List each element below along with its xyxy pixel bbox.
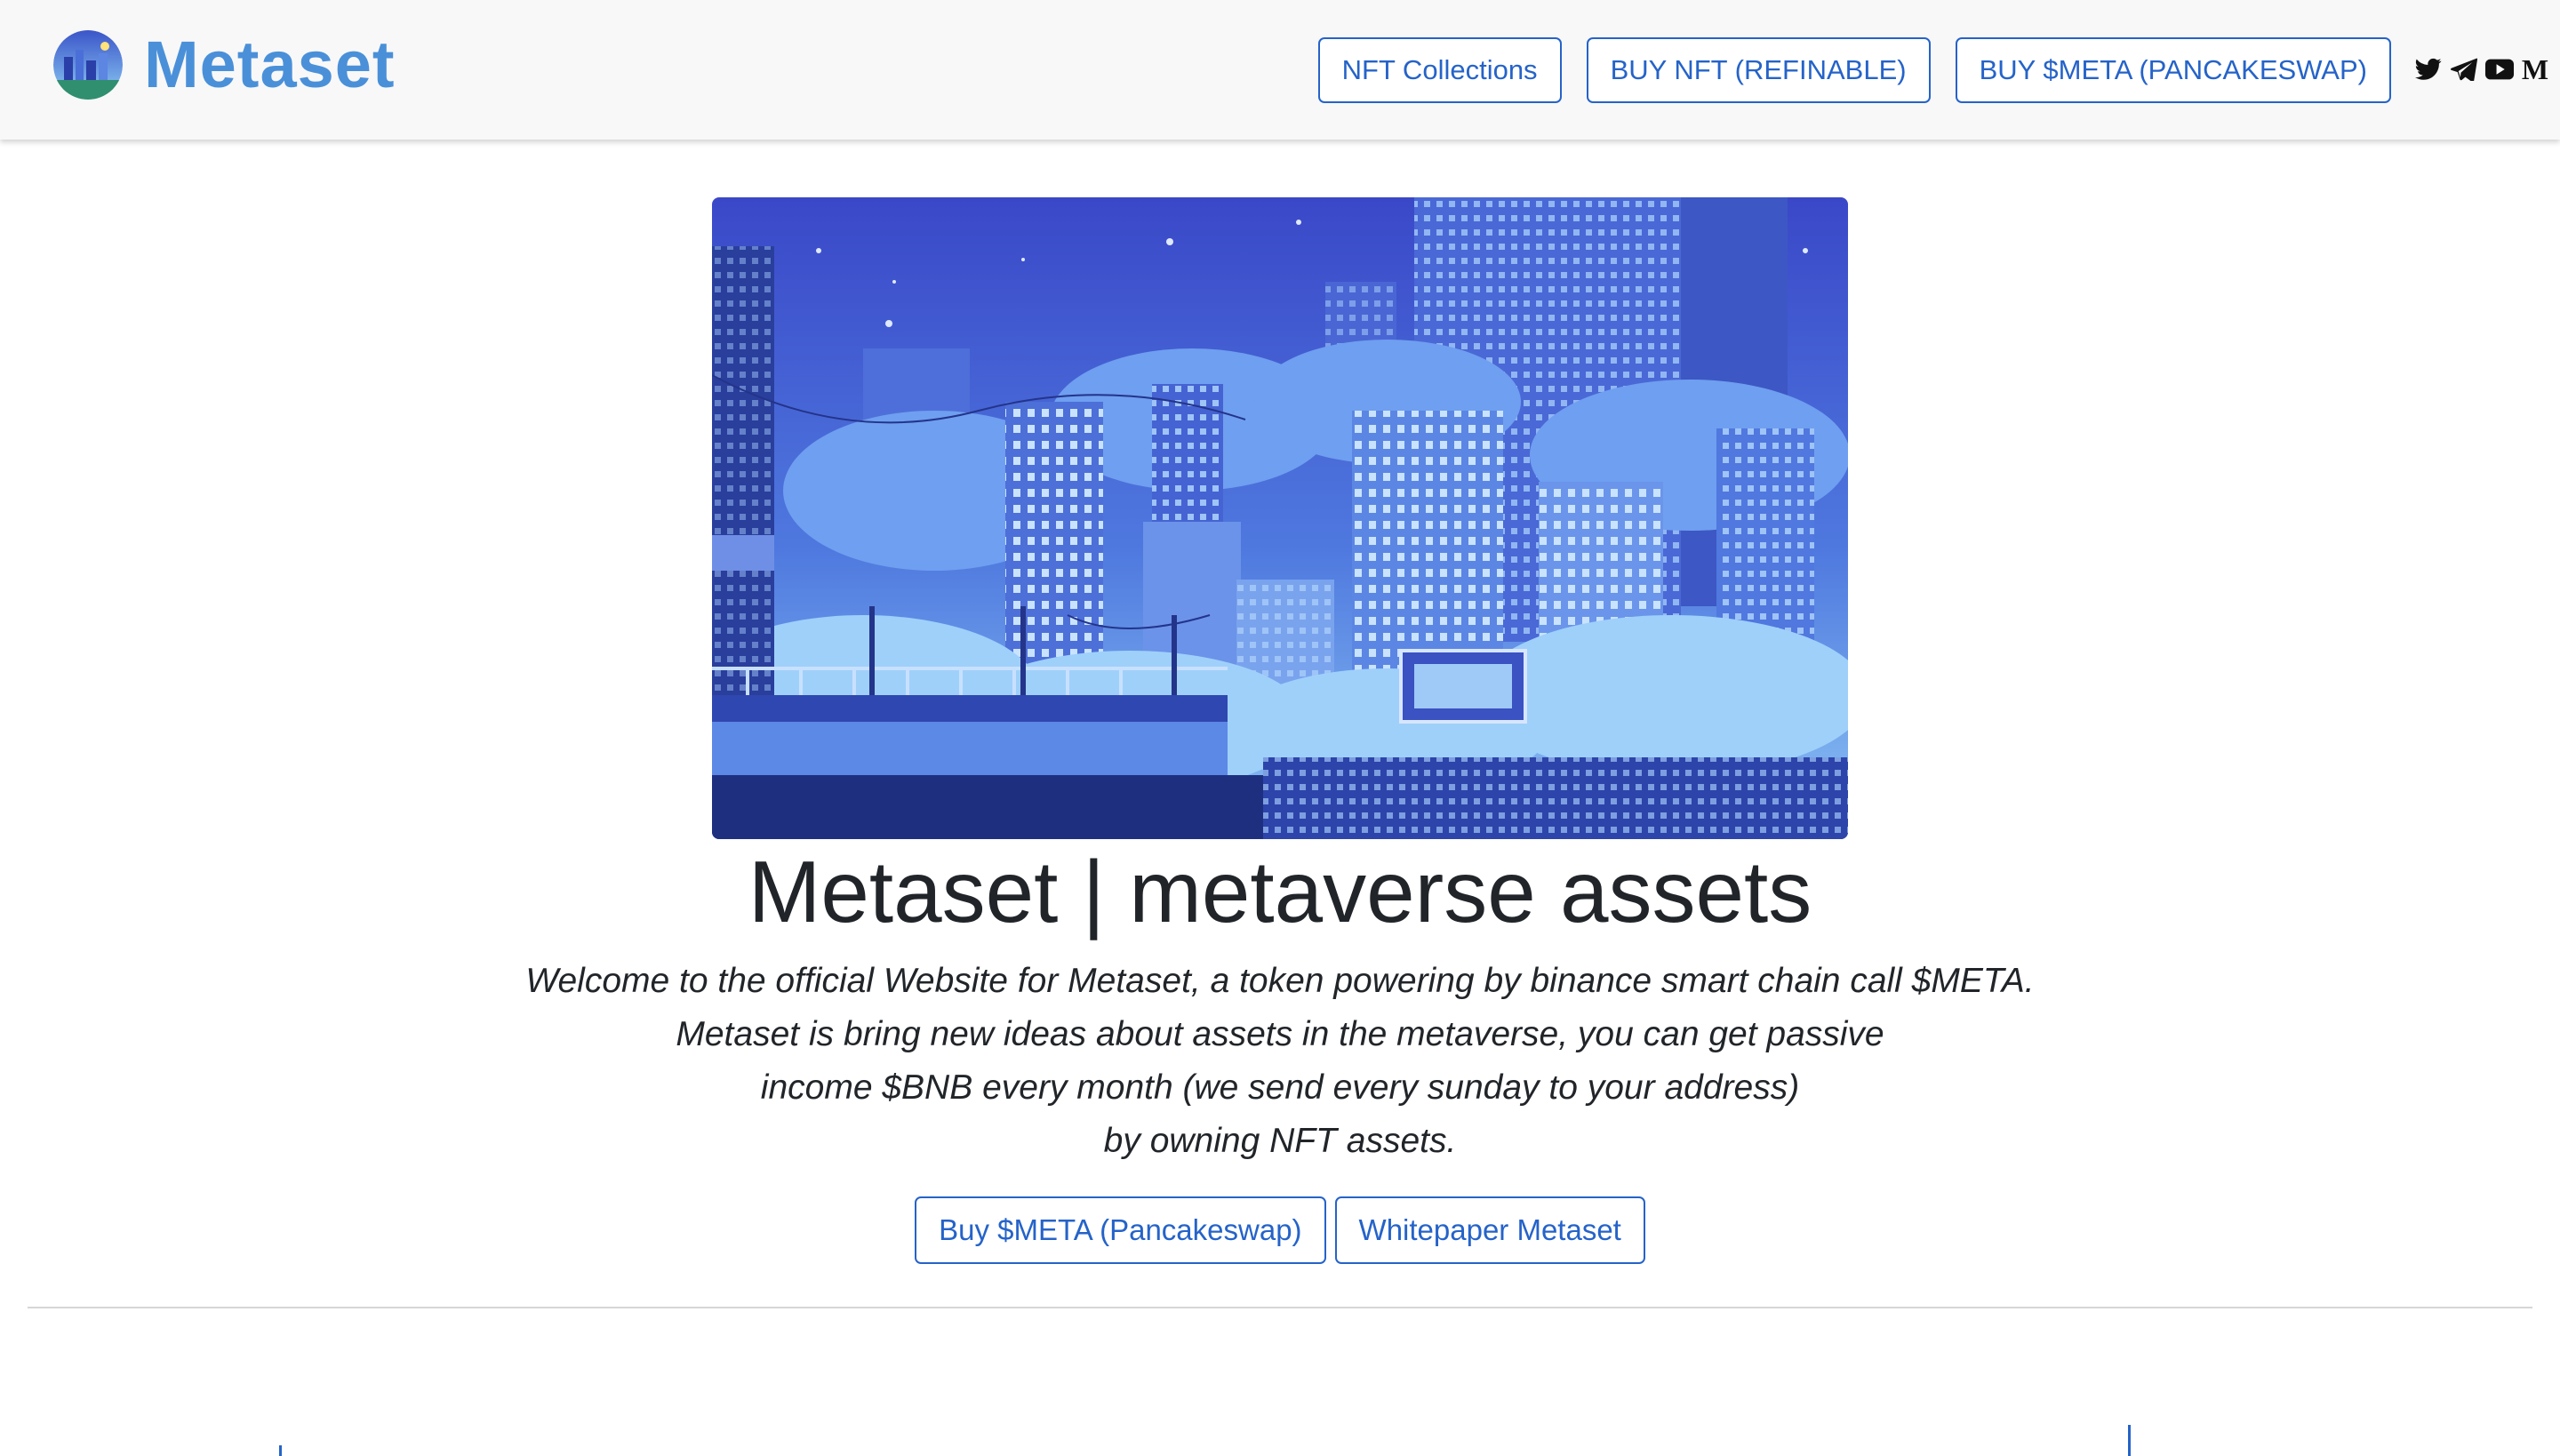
top-navbar: Metaset NFT Collections BUY NFT (REFINAB… xyxy=(0,0,2560,140)
hero-buttons: Buy $META (Pancakeswap) Whitepaper Metas… xyxy=(0,1196,2560,1264)
nav-buttons: NFT Collections BUY NFT (REFINABLE) BUY … xyxy=(1317,37,2391,103)
section-accent-mark xyxy=(279,1445,282,1456)
medium-icon[interactable]: M xyxy=(2521,53,2549,85)
social-links: M xyxy=(2414,53,2549,85)
hero-description-line: Metaset is bring new ideas about assets … xyxy=(676,1015,1884,1053)
buy-nft-refinable-button[interactable]: BUY NFT (REFINABLE) xyxy=(1586,37,1931,103)
whitepaper-button[interactable]: Whitepaper Metaset xyxy=(1334,1196,1645,1264)
section-divider xyxy=(28,1307,2532,1308)
twitter-icon[interactable] xyxy=(2414,55,2443,84)
nft-collections-button[interactable]: NFT Collections xyxy=(1317,37,1562,103)
brand-link[interactable]: Metaset xyxy=(53,27,396,102)
hero-description-line: by owning NFT assets. xyxy=(1103,1122,1457,1160)
hero-description: Welcome to the official Website for Meta… xyxy=(0,955,2560,1168)
hero-description-line: income $BNB every month (we send every s… xyxy=(760,1068,1800,1107)
page-title: Metaset | metaverse assets xyxy=(748,843,1812,940)
hero-pixel-city-image xyxy=(712,197,1848,839)
hero-description-line: Welcome to the official Website for Meta… xyxy=(525,962,2035,1000)
section-accent-mark xyxy=(2128,1425,2131,1456)
metaset-logo-icon xyxy=(53,29,123,100)
telegram-icon[interactable] xyxy=(2450,55,2478,84)
buy-meta-pancakeswap-button[interactable]: BUY $META (PANCAKESWAP) xyxy=(1955,37,2391,103)
buy-meta-pancakeswap-hero-button[interactable]: Buy $META (Pancakeswap) xyxy=(915,1196,1326,1264)
youtube-icon[interactable] xyxy=(2485,55,2514,84)
brand-name: Metaset xyxy=(144,28,396,101)
